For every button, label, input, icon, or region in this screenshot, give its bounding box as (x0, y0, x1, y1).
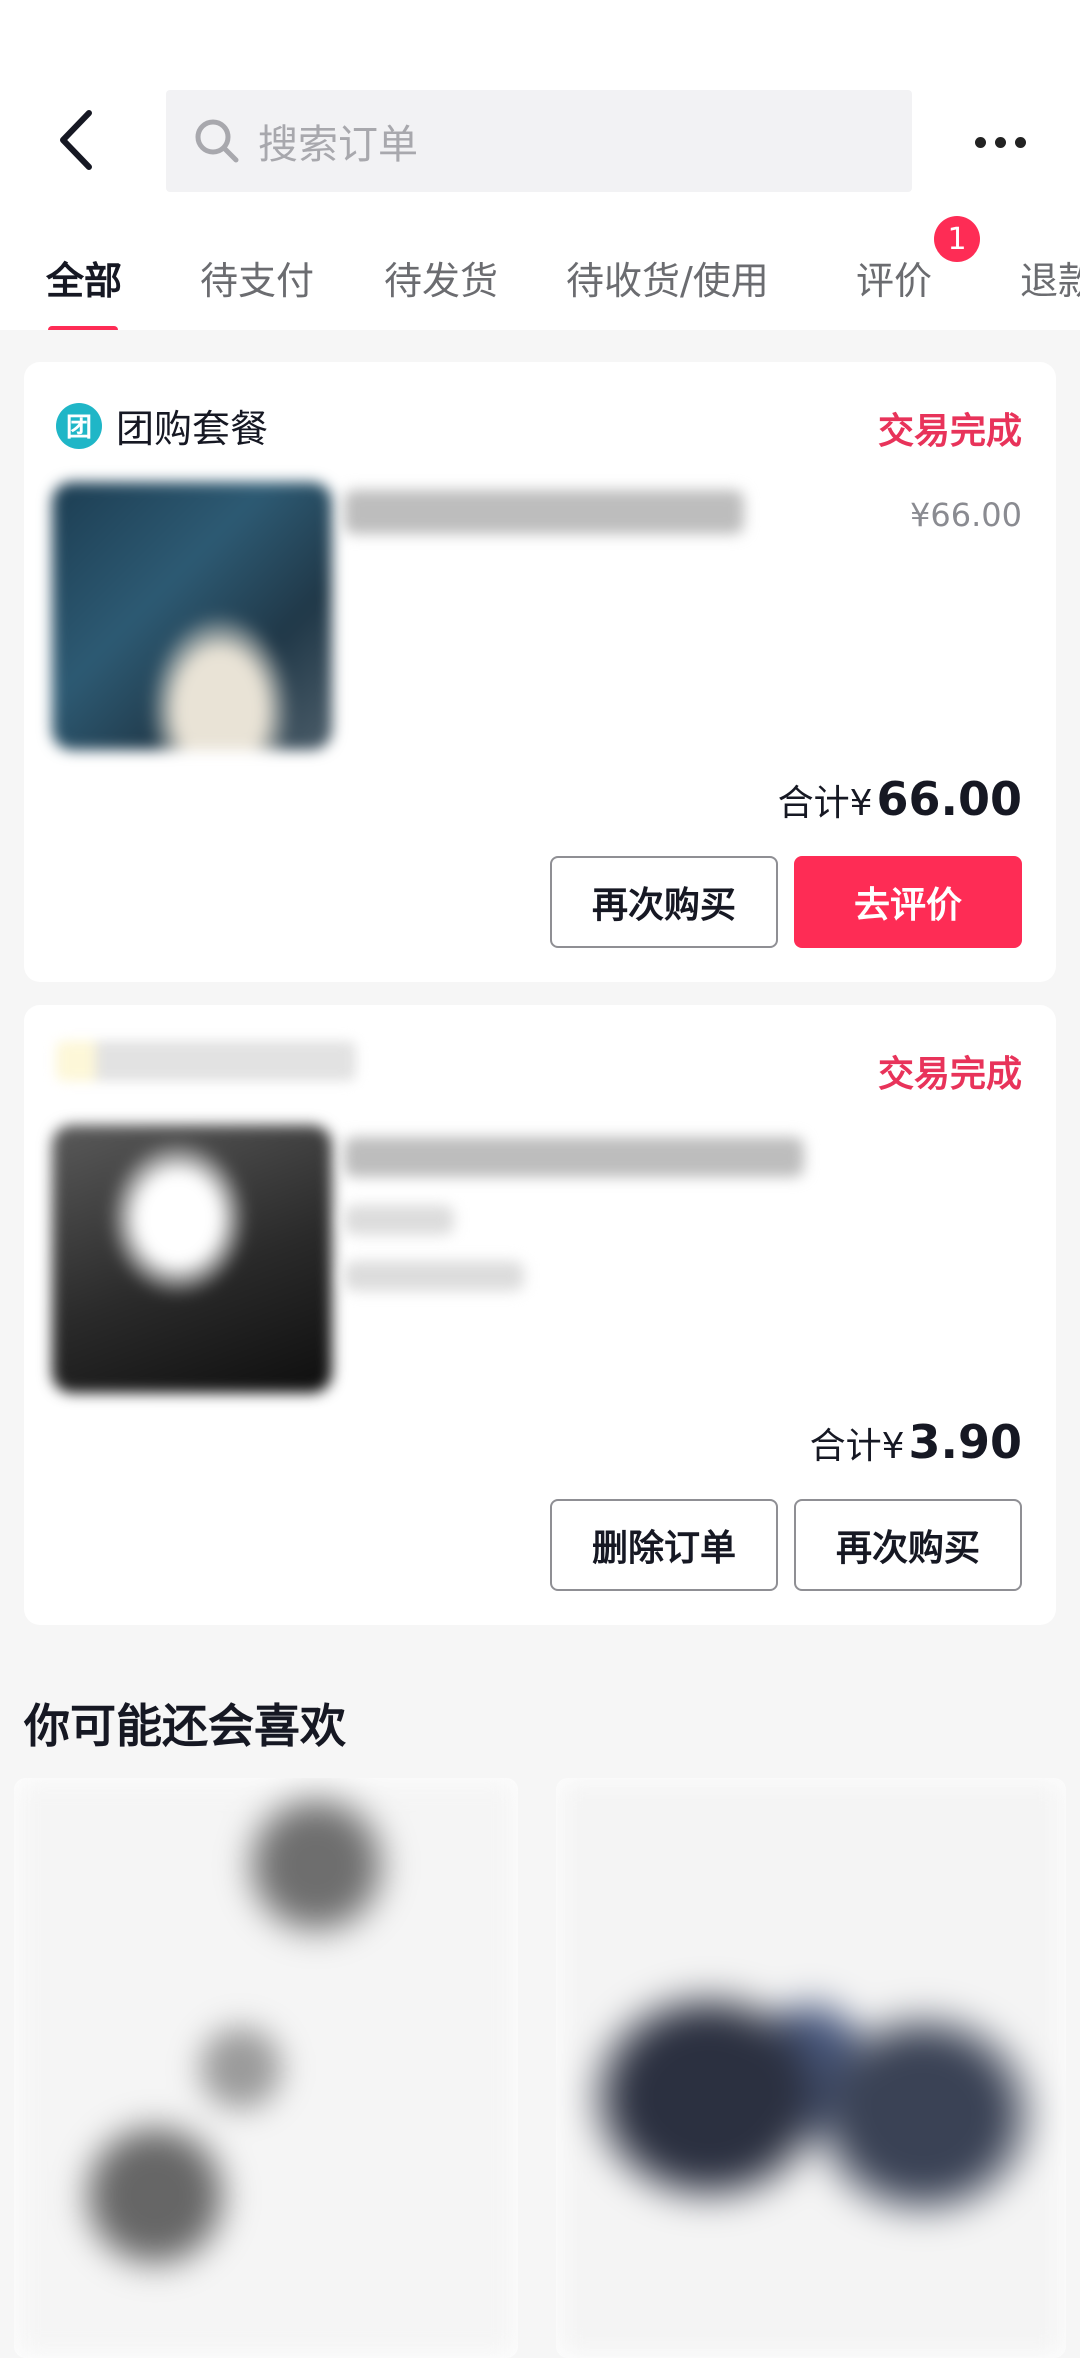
recommended-product-image (556, 1778, 1066, 2358)
groupbuy-icon: 团 (56, 402, 102, 449)
product-title-blurred (344, 1137, 804, 1177)
total-value: 66.00 (876, 772, 1022, 826)
order-tabs: 全部 待支付 待发货 待收货/使用 评价 退款 (0, 236, 1080, 330)
more-options-button[interactable] (960, 112, 1040, 172)
order-status: 交易完成 (877, 411, 1022, 452)
delete-order-button[interactable]: 删除订单 (550, 1499, 778, 1591)
shop-name: 团购套餐 (116, 407, 269, 451)
search-icon (194, 116, 244, 166)
shop-row[interactable] (56, 1041, 356, 1081)
tab-pending-shipment[interactable]: 待发货 (384, 250, 498, 305)
top-bar: 搜索订单 全部 待支付 待发货 待收货/使用 评价 退款 1 (0, 0, 1080, 330)
product-thumbnail[interactable] (52, 1125, 332, 1393)
total-label: 合计¥ (777, 783, 873, 824)
product-thumbnail[interactable] (52, 482, 332, 750)
shop-row[interactable]: 团 团购套餐 (56, 398, 268, 453)
total-value: 3.90 (908, 1415, 1023, 1469)
recommended-product-card[interactable] (14, 1778, 518, 2358)
buy-again-button[interactable]: 再次购买 (550, 856, 778, 948)
tab-pending-receipt[interactable]: 待收货/使用 (566, 250, 769, 305)
shop-name-blurred (56, 1041, 356, 1081)
order-total: 合计¥ 66.00 (778, 772, 1022, 826)
search-input[interactable]: 搜索订单 (166, 90, 912, 192)
recommended-product-card[interactable] (556, 1778, 1066, 2358)
order-card[interactable]: 交易完成 合计¥ 3.90 删除订单 再次购买 (24, 1005, 1056, 1625)
back-arrow-icon (60, 110, 92, 170)
product-title-blurred (344, 490, 744, 534)
buy-again-button[interactable]: 再次购买 (794, 1499, 1022, 1591)
back-button[interactable] (40, 100, 110, 180)
tab-refund[interactable]: 退款 (1020, 250, 1080, 305)
recommended-product-image (14, 1778, 518, 2358)
more-dots-icon (974, 136, 986, 148)
order-card[interactable]: 团 团购套餐 交易完成 ¥66.00 合计¥ 66.00 再次购买 去评价 (24, 362, 1056, 982)
tab-all[interactable]: 全部 (46, 250, 122, 305)
total-label: 合计¥ (809, 1426, 905, 1467)
active-tab-indicator (48, 326, 118, 330)
product-spec-blurred (344, 1205, 454, 1235)
recommendations-title: 你可能还会喜欢 (24, 1699, 346, 1753)
order-status: 交易完成 (877, 1054, 1022, 1095)
product-spec-blurred (344, 1261, 524, 1291)
review-count-badge: 1 (934, 216, 980, 262)
unit-price: ¥66.00 (910, 496, 1022, 534)
write-review-button[interactable]: 去评价 (794, 856, 1022, 948)
tab-review[interactable]: 评价 (856, 250, 932, 305)
order-total: 合计¥ 3.90 (810, 1415, 1022, 1469)
search-placeholder: 搜索订单 (258, 122, 418, 168)
tab-pending-payment[interactable]: 待支付 (200, 250, 314, 305)
